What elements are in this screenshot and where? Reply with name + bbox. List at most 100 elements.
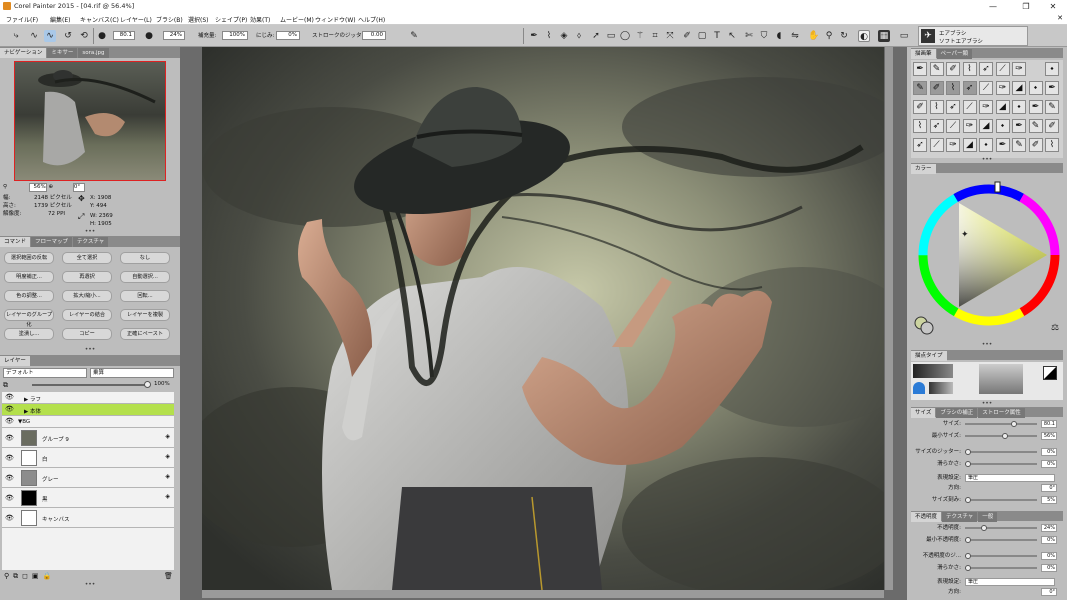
brush-variant-icon[interactable]: ✐ xyxy=(929,81,944,95)
dab-triangle-icon[interactable] xyxy=(1043,366,1057,380)
tab-stroke-attr[interactable]: ストローク属性 xyxy=(978,408,1025,418)
opacity-field[interactable]: 24% xyxy=(163,31,185,40)
slider-knob[interactable] xyxy=(981,525,987,531)
paste-in-place-button[interactable]: 正確にペースト xyxy=(120,328,170,340)
dodge-icon[interactable]: ◖ xyxy=(773,30,785,42)
brush-variant-icon[interactable]: ⬩ xyxy=(1012,100,1026,114)
tab-opacity-texture[interactable]: テクスチャ xyxy=(942,512,978,522)
brush-variant-icon[interactable]: ➶ xyxy=(929,119,944,133)
slider-knob[interactable] xyxy=(965,497,971,503)
brush-variant-icon[interactable]: ✑ xyxy=(1012,62,1026,76)
deselect-button[interactable]: なし xyxy=(120,252,170,264)
eye-icon[interactable]: 👁 xyxy=(5,474,14,482)
tab-mixer[interactable]: ミキサー xyxy=(47,48,78,58)
tab-texture[interactable]: テクスチャ xyxy=(73,237,109,247)
layer-row[interactable]: 👁 白 ◈ xyxy=(2,448,174,468)
direction-value[interactable]: 0° xyxy=(1041,484,1057,492)
composite-method-select[interactable]: 乗算 xyxy=(90,368,174,378)
grabber-icon[interactable]: ✋ xyxy=(808,30,820,42)
brush-variant-icon[interactable]: ✒ xyxy=(995,138,1010,152)
brush-icon[interactable]: ✒ xyxy=(528,30,540,42)
brush-selector[interactable]: ✈ エアブラシ ソフトエアブラシ xyxy=(918,26,1028,46)
brush-variant-icon[interactable]: ➶ xyxy=(962,81,977,95)
menu-movie[interactable]: ムービー(M) xyxy=(280,15,314,24)
brush-variant-icon[interactable]: ⌇ xyxy=(946,81,960,95)
brush-variant-icon[interactable]: ✎ xyxy=(1045,100,1059,114)
brush-variant-icon[interactable]: ✒ xyxy=(1028,100,1043,114)
navigator-thumbnail[interactable] xyxy=(14,61,166,181)
screen-mode-icon[interactable]: ▭ xyxy=(898,30,910,42)
opacity-slider-row[interactable]: 最小不透明度: 0% xyxy=(911,535,1063,545)
slider-knob[interactable] xyxy=(965,449,971,455)
panel-gripper-6[interactable]: ••• xyxy=(907,401,1067,407)
size-step-value[interactable]: 5% xyxy=(1041,496,1057,504)
panel-gripper[interactable]: ••• xyxy=(0,229,180,235)
panel-gripper-4[interactable]: ••• xyxy=(907,157,1067,163)
slider-value[interactable]: 0% xyxy=(1041,448,1057,456)
tab-navigator[interactable]: ナビゲーション xyxy=(0,48,47,58)
dark-mode-icon[interactable]: ▦ xyxy=(878,30,890,42)
auto-select-button[interactable]: 自動選択... xyxy=(120,271,170,283)
brush-variant-icon[interactable]: ✎ xyxy=(929,62,944,76)
slider-track[interactable] xyxy=(965,527,1037,529)
dab-preview[interactable] xyxy=(913,364,953,378)
layer-row[interactable]: 👁 グレー ◈ xyxy=(2,468,174,488)
menu-help[interactable]: ヘルプ(H) xyxy=(358,15,385,24)
menu-canvas[interactable]: キャンバス(C) xyxy=(80,15,119,24)
magic-wand-icon[interactable]: ⚚ xyxy=(634,30,646,42)
rotation-field[interactable]: 0° xyxy=(72,183,85,192)
tab-drawing-brushes[interactable]: 描画筆 xyxy=(911,49,936,59)
transform-icon[interactable]: ⤧ xyxy=(664,30,676,42)
dropper-icon[interactable]: ⌇ xyxy=(543,30,555,42)
menu-layer[interactable]: レイヤー(L) xyxy=(120,15,152,24)
opacity-expression-row[interactable]: 表現設定: 筆圧 xyxy=(911,577,1063,587)
pen-icon[interactable]: ✐ xyxy=(681,30,693,42)
slider-track[interactable] xyxy=(965,567,1037,569)
brightness-button[interactable]: 明度補正... xyxy=(4,271,54,283)
duplicate-layer-button[interactable]: レイヤーを複製 xyxy=(120,309,170,321)
tilt-icon[interactable]: ✎ xyxy=(408,30,420,42)
document-close-icon[interactable]: ✕ xyxy=(1057,14,1063,22)
eye-icon[interactable]: 👁 xyxy=(5,393,14,401)
expression-select[interactable]: 筆圧 xyxy=(965,474,1055,482)
brush-variant-icon[interactable]: ◢ xyxy=(962,138,977,152)
invert-selection-button[interactable]: 選択範囲の反転 xyxy=(4,252,54,264)
slider-knob[interactable] xyxy=(1002,433,1008,439)
layer-adjuster-icon[interactable]: ➚ xyxy=(590,30,602,42)
panel-gripper-2[interactable]: ••• xyxy=(0,347,180,353)
menu-brush[interactable]: ブラシ(B) xyxy=(156,15,183,24)
tab-dab-type[interactable]: 描点タイプ xyxy=(911,351,947,361)
rotate-button[interactable]: 回転... xyxy=(120,290,170,302)
layer-row-selected[interactable]: 👁 ▶ 本体 xyxy=(2,404,174,416)
tab-opacity[interactable]: 不透明度 xyxy=(911,512,942,522)
tab-size[interactable]: サイズ xyxy=(911,408,936,418)
slider-value[interactable]: 0% xyxy=(1041,564,1057,572)
brush-variant-icon[interactable]: ✑ xyxy=(962,119,977,133)
brush-variant-icon[interactable]: ⟋ xyxy=(995,62,1010,76)
slider-value[interactable]: 0% xyxy=(1041,460,1057,468)
size-field[interactable]: 80.1 xyxy=(113,31,135,40)
brush-variant-icon[interactable]: ➶ xyxy=(979,62,993,76)
eraser-icon[interactable]: ⬨ xyxy=(573,30,585,42)
brush-variant-icon[interactable]: ✒ xyxy=(1045,81,1059,95)
slider-track[interactable] xyxy=(965,463,1037,465)
maximize-button[interactable]: ❐ xyxy=(1012,1,1040,12)
brush-variant-icon[interactable]: ✐ xyxy=(1028,138,1043,152)
size-expression-row[interactable]: 表現設定: 筆圧 xyxy=(911,473,1063,483)
slider-value[interactable]: 56% xyxy=(1041,432,1057,440)
freehand-stroke-icon[interactable]: ∿ xyxy=(28,30,40,42)
size-slider-row[interactable]: サイズ: 80.1 xyxy=(911,419,1063,429)
brush-variant-icon[interactable]: ✎ xyxy=(913,81,927,95)
menu-select[interactable]: 選択(S) xyxy=(188,15,209,24)
brush-variant-icon[interactable]: ⌇ xyxy=(913,119,927,133)
layer-row[interactable]: 👁 ▼BG xyxy=(2,416,174,428)
group-layers-button[interactable]: レイヤーのグループ化 xyxy=(4,309,54,328)
panel-gripper-3[interactable]: ••• xyxy=(0,582,180,588)
fill-button[interactable]: 塗潰し... xyxy=(4,328,54,340)
eye-icon[interactable]: 👁 xyxy=(5,454,14,462)
brush-variant-icon[interactable]: ⟋ xyxy=(979,81,993,95)
text-icon[interactable]: T xyxy=(711,30,723,42)
brush-variant-icon[interactable]: ◢ xyxy=(1012,81,1026,95)
tab-paper[interactable]: ペーパー類 xyxy=(936,49,972,59)
tab-sora[interactable]: sora.jpg xyxy=(78,48,109,58)
